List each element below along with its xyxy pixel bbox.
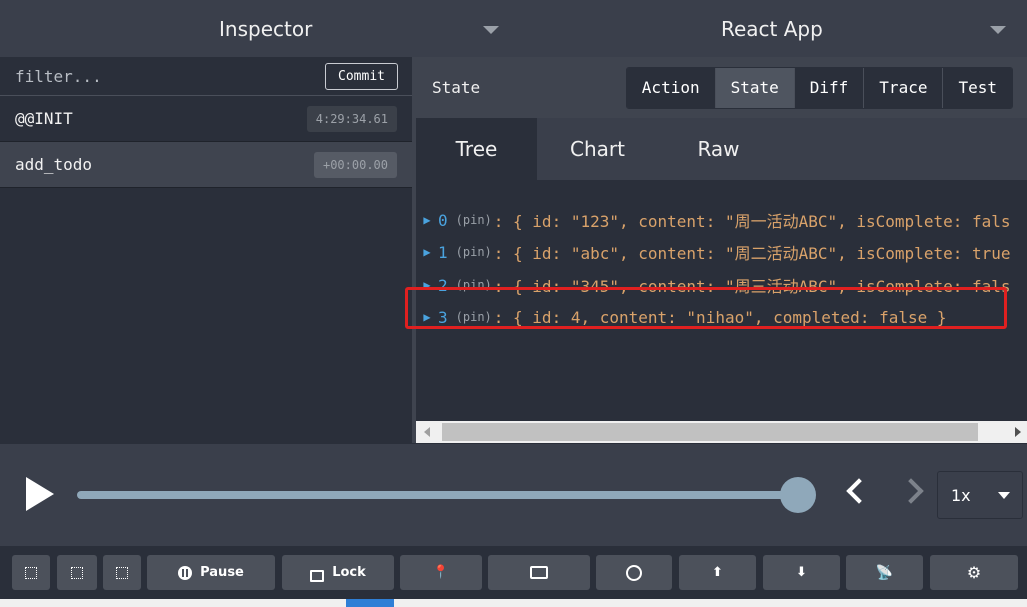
pause-label: Pause bbox=[200, 565, 244, 580]
tab-state[interactable]: State bbox=[714, 67, 794, 108]
scroll-right-icon[interactable] bbox=[1015, 427, 1021, 437]
pin-icon: 📍 bbox=[432, 565, 450, 580]
app-selector[interactable]: React App bbox=[512, 0, 1027, 57]
export-button[interactable]: ⬇ bbox=[763, 555, 840, 590]
highlight-box bbox=[405, 287, 1007, 329]
layout-left-icon bbox=[25, 566, 37, 579]
chevron-down-icon[interactable] bbox=[483, 26, 499, 34]
bottom-toolbar: Pause Lock 📍 ⬆ ⬇ 📡 ⚙ bbox=[0, 546, 1027, 599]
import-button[interactable]: ⬆ bbox=[679, 555, 756, 590]
action-time: +00:00.00 bbox=[313, 151, 397, 178]
keyboard-button[interactable] bbox=[488, 555, 590, 590]
pin-button[interactable]: 📍 bbox=[400, 555, 482, 590]
view-tabs: Tree Chart Raw bbox=[416, 118, 1027, 180]
pin-link[interactable]: (pin) bbox=[456, 213, 492, 227]
lock-label: Lock bbox=[332, 565, 366, 580]
action-item-add-todo[interactable]: add_todo +00:00.00 bbox=[0, 142, 412, 188]
dock-left-button[interactable] bbox=[12, 555, 50, 590]
inspector-title: Inspector bbox=[219, 16, 313, 41]
pause-button[interactable]: Pause bbox=[147, 555, 275, 590]
filter-input[interactable]: filter... bbox=[15, 67, 102, 86]
tab-chart[interactable]: Chart bbox=[537, 118, 658, 180]
speed-select[interactable]: 1x bbox=[937, 471, 1023, 519]
dock-right-button[interactable] bbox=[57, 555, 97, 590]
scroll-thumb[interactable] bbox=[442, 423, 978, 441]
timer-off-icon bbox=[626, 564, 642, 581]
chevron-down-icon[interactable] bbox=[990, 26, 1006, 34]
row-index: 0 bbox=[438, 210, 448, 230]
slider-bar: 1x bbox=[0, 443, 1027, 547]
monitor-header: State Action State Diff Trace Test bbox=[416, 57, 1027, 118]
slider-knob[interactable] bbox=[780, 477, 816, 513]
keyboard-icon bbox=[530, 566, 548, 579]
action-time: 4:29:34.61 bbox=[306, 105, 397, 132]
pause-icon bbox=[178, 565, 193, 580]
remote-button[interactable]: 📡 bbox=[846, 555, 923, 590]
dock-bottom-button[interactable] bbox=[103, 555, 141, 590]
tab-test[interactable]: Test bbox=[942, 67, 1012, 108]
tab-tree[interactable]: Tree bbox=[416, 118, 537, 180]
monitor-label: State bbox=[432, 78, 481, 97]
action-name: add_todo bbox=[15, 155, 93, 174]
upload-icon: ⬆ bbox=[712, 565, 723, 580]
chevron-down-icon bbox=[998, 492, 1010, 499]
expand-arrow-icon[interactable]: ▶ bbox=[416, 245, 438, 259]
action-name: @@INIT bbox=[15, 109, 73, 128]
layout-bottom-icon bbox=[116, 566, 128, 579]
row-value: : { id: "abc", content: "周二活动ABC", isCom… bbox=[493, 244, 1011, 263]
top-bar: Inspector React App bbox=[0, 0, 1027, 58]
row-value: : { id: "123", content: "周一活动ABC", isCom… bbox=[493, 212, 1011, 231]
tab-raw[interactable]: Raw bbox=[658, 118, 779, 180]
app-title: React App bbox=[721, 16, 823, 41]
settings-button[interactable]: ⚙ bbox=[930, 555, 1018, 590]
persist-button[interactable] bbox=[596, 555, 672, 590]
monitor-tabs: Action State Diff Trace Test bbox=[625, 66, 1013, 109]
inspector-selector[interactable]: Inspector bbox=[0, 0, 512, 57]
tab-diff[interactable]: Diff bbox=[793, 67, 864, 108]
tab-trace[interactable]: Trace bbox=[863, 67, 943, 108]
previous-icon[interactable] bbox=[846, 478, 872, 504]
monitor-panel: State Action State Diff Trace Test Tree … bbox=[405, 57, 1027, 443]
scroll-left-icon[interactable] bbox=[424, 427, 430, 437]
lock-icon bbox=[310, 569, 325, 582]
horizontal-scrollbar[interactable] bbox=[416, 421, 1027, 443]
download-icon: ⬇ bbox=[796, 565, 807, 580]
action-list-panel: filter... Commit @@INIT 4:29:34.61 add_t… bbox=[0, 57, 416, 443]
tree-row[interactable]: ▶ 1 (pin) : { id: "abc", content: "周二活动A… bbox=[416, 239, 1011, 265]
tab-action[interactable]: Action bbox=[626, 67, 715, 108]
tree-row[interactable]: ▶ 0 (pin) : { id: "123", content: "周一活动A… bbox=[416, 207, 1011, 233]
slider-track[interactable] bbox=[77, 491, 799, 499]
expand-arrow-icon[interactable]: ▶ bbox=[416, 213, 438, 227]
layout-right-icon bbox=[71, 566, 83, 579]
pin-link[interactable]: (pin) bbox=[456, 245, 492, 259]
host-strip bbox=[0, 599, 1027, 607]
action-item-init[interactable]: @@INIT 4:29:34.61 bbox=[0, 96, 412, 142]
lock-button[interactable]: Lock bbox=[282, 555, 394, 590]
next-icon[interactable] bbox=[898, 478, 924, 504]
host-blue-tab bbox=[346, 599, 394, 607]
filter-bar: filter... Commit bbox=[0, 57, 412, 96]
speed-value: 1x bbox=[951, 485, 971, 505]
gear-icon: ⚙ bbox=[966, 563, 982, 582]
play-icon[interactable] bbox=[26, 477, 54, 511]
row-index: 1 bbox=[438, 242, 448, 262]
commit-button[interactable]: Commit bbox=[325, 62, 398, 90]
broadcast-icon: 📡 bbox=[875, 564, 894, 581]
